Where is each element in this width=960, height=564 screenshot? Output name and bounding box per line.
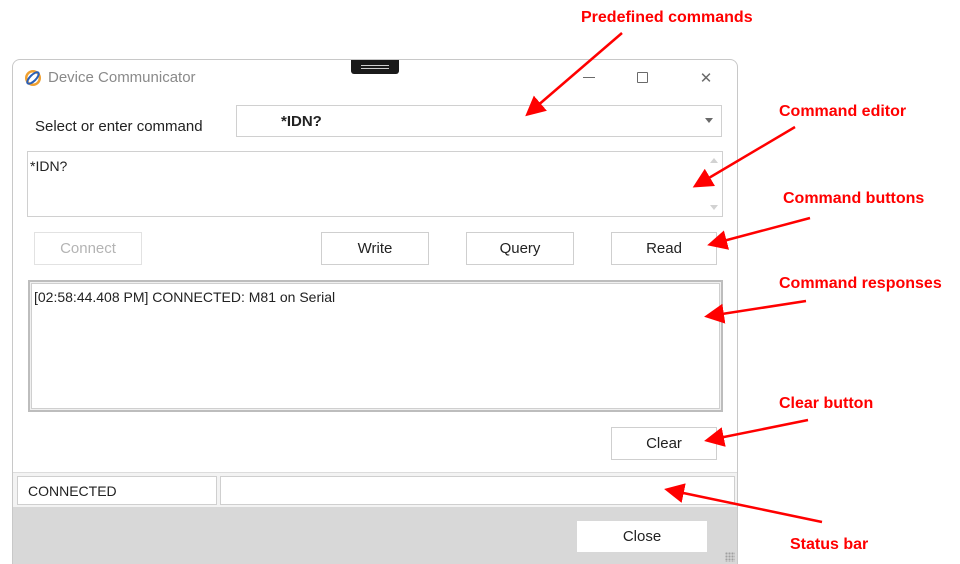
title-bar[interactable]: Device Communicator ✕	[13, 60, 737, 96]
status-bar: CONNECTED	[13, 472, 737, 507]
device-communicator-app-icon	[25, 70, 41, 86]
scroll-up-icon[interactable]	[710, 158, 718, 163]
maximize-button[interactable]	[622, 66, 662, 90]
combobox-selected-value: *IDN?	[281, 113, 322, 130]
status-connection-state: CONNECTED	[17, 476, 217, 505]
chevron-down-icon[interactable]	[705, 118, 713, 123]
minimize-icon	[583, 77, 595, 78]
read-button[interactable]: Read	[611, 232, 717, 265]
command-combobox[interactable]: *IDN?	[236, 105, 722, 137]
snap-grip-handle[interactable]	[351, 60, 399, 74]
device-communicator-window: Device Communicator ✕ Select or enter co…	[12, 59, 738, 564]
command-editor[interactable]: *IDN?	[27, 151, 723, 217]
annotation-clear-button: Clear button	[779, 395, 874, 412]
close-button[interactable]: Close	[576, 520, 708, 553]
response-line: [02:58:44.408 PM] CONNECTED: M81 on Seri…	[34, 289, 336, 305]
annotation-command-buttons: Command buttons	[783, 190, 925, 207]
status-message	[220, 476, 735, 505]
annotation-status-bar: Status bar	[790, 536, 869, 553]
command-select-label: Select or enter command	[35, 118, 203, 135]
scroll-down-icon[interactable]	[710, 205, 718, 210]
write-button[interactable]: Write	[321, 232, 429, 265]
command-editor-text: *IDN?	[30, 158, 68, 174]
annotation-predefined-commands: Predefined commands	[581, 9, 753, 26]
close-icon: ✕	[699, 69, 713, 87]
window-title: Device Communicator	[48, 69, 196, 86]
minimize-button[interactable]	[569, 66, 609, 90]
annotation-command-editor: Command editor	[779, 103, 907, 120]
clear-button[interactable]: Clear	[611, 427, 717, 460]
annotation-command-responses: Command responses	[779, 275, 942, 292]
connect-button[interactable]: Connect	[34, 232, 142, 265]
command-responses-log[interactable]: [02:58:44.408 PM] CONNECTED: M81 on Seri…	[28, 280, 723, 412]
maximize-icon	[636, 72, 648, 83]
resize-grip-icon[interactable]	[725, 552, 735, 562]
query-button[interactable]: Query	[466, 232, 574, 265]
window-close-button[interactable]: ✕	[686, 66, 726, 90]
